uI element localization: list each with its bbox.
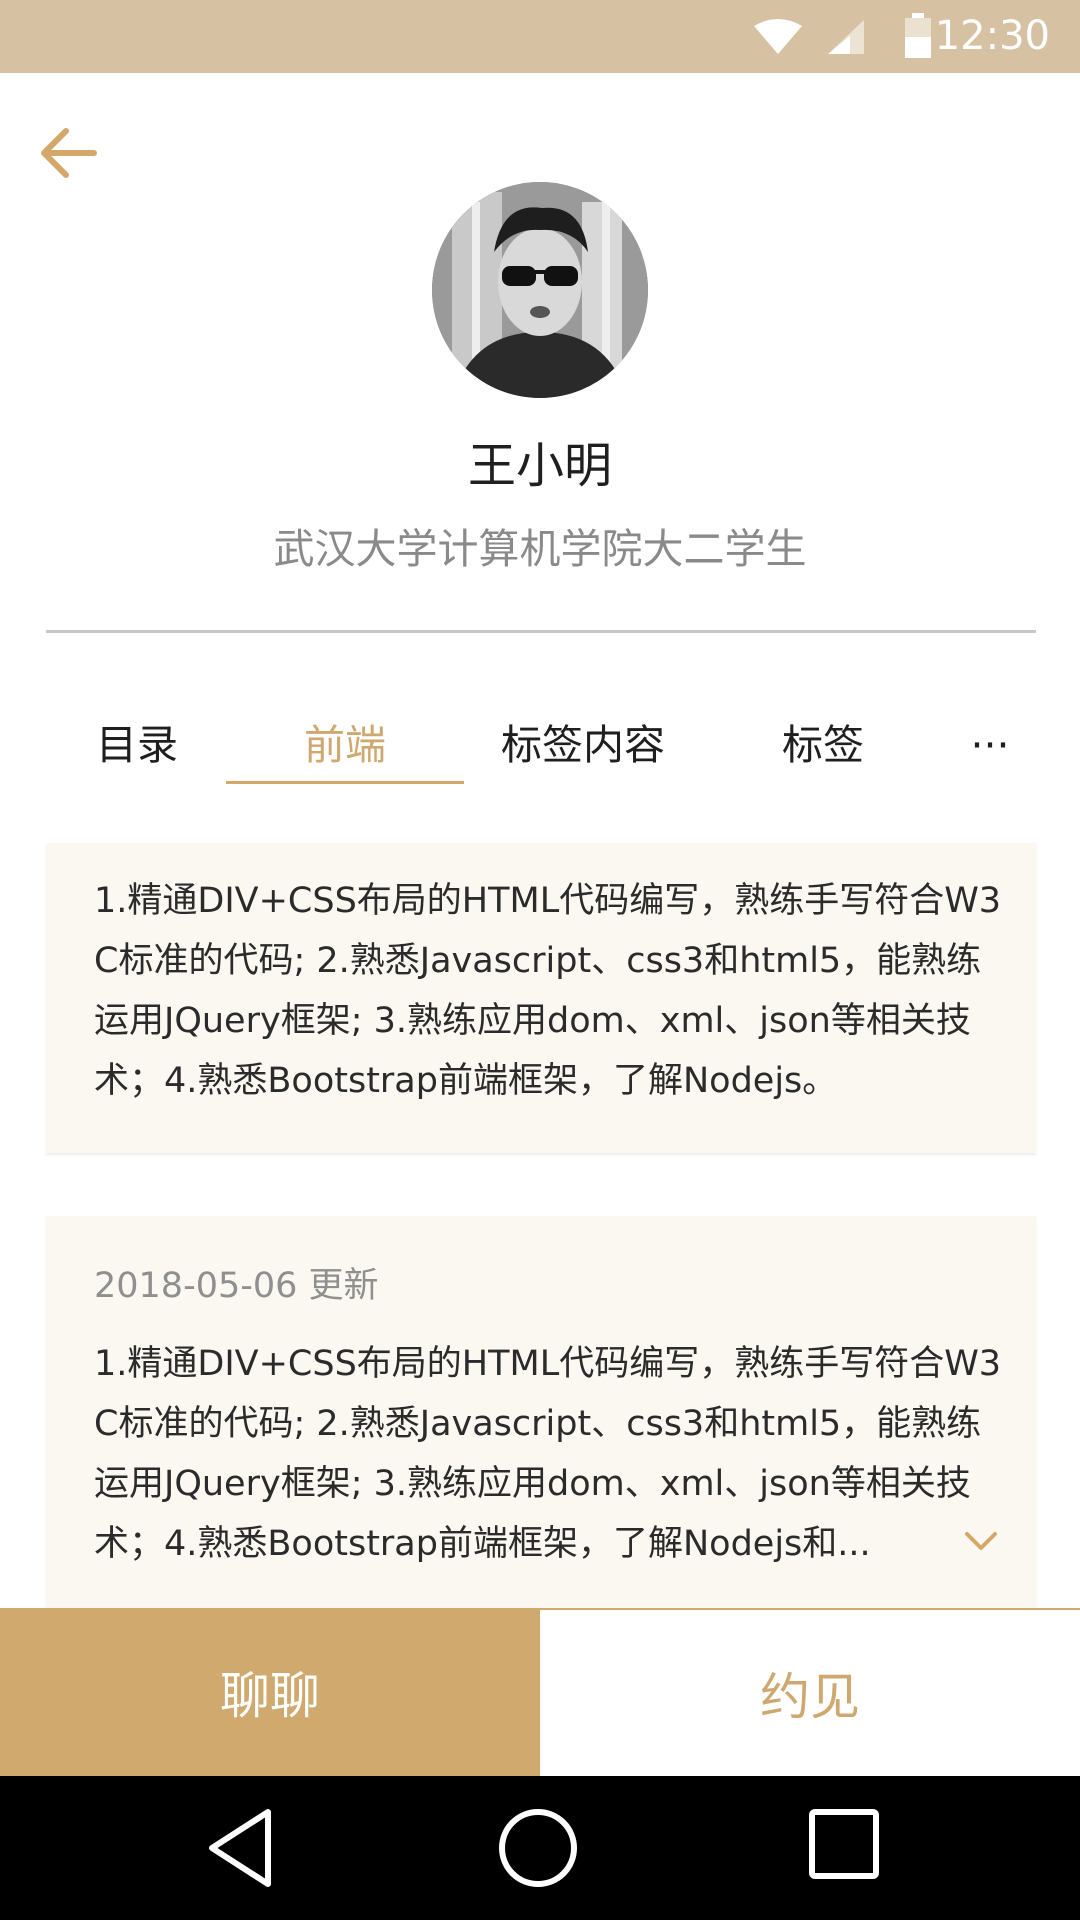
content-card: 1.精通DIV+CSS布局的HTML代码编写，熟练手写符合W3C标准的代码; 2… [46,843,1036,1153]
user-description: 武汉大学计算机学院大二学生 [273,525,807,573]
nav-home-icon[interactable] [496,1806,580,1890]
status-time: 12:30 [934,13,1050,59]
tab-tag-content[interactable]: 标签内容 [488,710,678,780]
battery-icon [905,13,931,58]
tab-more[interactable]: ··· [950,710,1030,780]
nav-back-icon[interactable] [206,1806,276,1890]
card-text: 1.精通DIV+CSS布局的HTML代码编写，熟练手写符合W3C标准的代码; 2… [94,1344,1002,1564]
chevron-down-icon[interactable] [964,1530,998,1552]
avatar [432,182,648,398]
back-button[interactable] [40,124,110,184]
divider [46,630,1036,633]
nav-recents-icon[interactable] [806,1806,882,1882]
chat-button[interactable]: 聊聊 [0,1608,540,1776]
back-arrow-icon [41,128,97,178]
user-name: 王小明 [467,438,612,494]
status-bar: 12:30 [0,0,1080,73]
update-card[interactable]: 2018-05-06 更新 1.精通DIV+CSS布局的HTML代码编写，熟练手… [46,1216,1036,1608]
wifi-icon [754,19,802,54]
system-nav-bar [0,1776,1080,1920]
tab-catalog[interactable]: 目录 [72,710,202,780]
tab-bar: 目录 前端 标签内容 标签 ··· [0,710,1080,784]
signal-icon [828,20,864,54]
tab-active-indicator [226,781,464,784]
update-date: 2018-05-06 更新 [94,1266,379,1306]
action-bar: 聊聊 约见 [0,1608,1080,1776]
card-text: 1.精通DIV+CSS布局的HTML代码编写，熟练手写符合W3C标准的代码; 2… [94,881,1002,1101]
avatar-photo [432,182,648,398]
meet-button[interactable]: 约见 [540,1608,1080,1776]
tab-frontend[interactable]: 前端 [226,710,464,780]
tab-tags[interactable]: 标签 [758,710,888,780]
